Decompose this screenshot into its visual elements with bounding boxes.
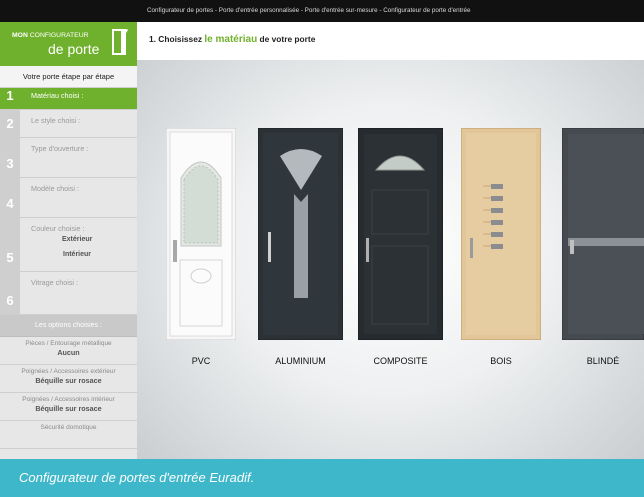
step-number: 6 (0, 272, 20, 314)
door-handle (268, 232, 271, 262)
configurator-logo[interactable]: MON CONFIGURATEUR de porte ♥ (0, 22, 137, 66)
door-handle (366, 238, 369, 262)
page-title: 1. Choisissez le matériau de votre porte (149, 34, 316, 45)
option-label: Pièces / Entourage métallique (25, 340, 112, 347)
step-style[interactable]: 2 Le style choisi : (0, 110, 137, 138)
option-label: Sécurité domotique (40, 424, 97, 431)
color-interior: Intérieur (63, 251, 92, 258)
option-label: Poignées / Accessoires extérieur (21, 368, 116, 375)
option-exterior-handle[interactable]: Poignées / Accessoires extérieur Béquill… (0, 365, 137, 393)
option-value: Béquille sur rosace (35, 376, 102, 385)
option-label: Poignées / Accessoires intérieur (22, 396, 115, 403)
step-opening-type[interactable]: 3 Type d'ouverture : (0, 138, 137, 178)
step-label: Vitrage choisi : (31, 278, 79, 287)
main-panel: 1. Choisissez le matériau de votre porte (137, 22, 644, 459)
door-wood[interactable] (461, 128, 541, 340)
door-composite[interactable] (358, 128, 443, 340)
step-label: Le style choisi : (31, 116, 81, 125)
material-label-composite[interactable]: COMPOSITE (358, 356, 443, 366)
material-label-pvc[interactable]: PVC (166, 356, 236, 366)
option-home-security[interactable]: Sécurité domotique (0, 421, 137, 449)
material-label-armored[interactable]: BLINDÉ (562, 356, 644, 366)
door-aluminium[interactable] (258, 128, 343, 340)
option-interior-handle[interactable]: Poignées / Accessoires intérieur Béquill… (0, 393, 137, 421)
top-breadcrumb-bar: Configurateur de portes - Porte d'entrée… (0, 0, 644, 22)
step-number: 5 (0, 218, 20, 271)
step-label: Modèle choisi : (31, 184, 79, 193)
option-metal-surround[interactable]: Pièces / Entourage métallique Aucun (0, 337, 137, 365)
heading-bar: 1. Choisissez le matériau de votre porte (137, 22, 644, 60)
door-handle (570, 240, 574, 254)
step-number: 2 (0, 110, 20, 137)
option-value: Béquille sur rosace (35, 404, 102, 413)
material-label-wood[interactable]: BOIS (461, 356, 541, 366)
step-number: 1 (0, 88, 20, 109)
door-handle (173, 240, 177, 262)
step-number: 4 (0, 178, 20, 217)
logo-line1: MON CONFIGURATEUR (12, 32, 89, 39)
image-caption: Configurateur de portes d'entrée Euradif… (0, 459, 644, 497)
door-armored[interactable] (562, 128, 644, 340)
logo-line2: de porte (48, 41, 100, 57)
step-model[interactable]: 4 Modèle choisi : (0, 178, 137, 218)
steps-title: Votre porte étape par étape (0, 66, 137, 88)
step-label: Matériau choisi : (31, 91, 84, 100)
step-color[interactable]: 5 Couleur choisie : Extérieur Intérieur (0, 218, 137, 272)
door-pvc[interactable] (166, 128, 236, 340)
step-material[interactable]: 1 Matériau choisi : (0, 88, 137, 110)
step-number: 3 (0, 138, 20, 177)
options-header: Les options choisies : (0, 315, 137, 337)
sidebar: MON CONFIGURATEUR de porte ♥ Votre porte… (0, 22, 137, 459)
material-label-aluminium[interactable]: ALUMINIUM (258, 356, 343, 366)
step-label: Type d'ouverture : (31, 144, 89, 153)
heart-icon: ♥ (124, 28, 129, 35)
option-value: Aucun (57, 348, 80, 357)
step-label: Couleur choisie : (31, 224, 85, 233)
color-exterior: Extérieur (62, 236, 93, 243)
breadcrumb: Configurateur de portes - Porte d'entrée… (147, 7, 471, 14)
step-glazing[interactable]: 6 Vitrage choisi : (0, 272, 137, 315)
door-handle (470, 238, 473, 258)
